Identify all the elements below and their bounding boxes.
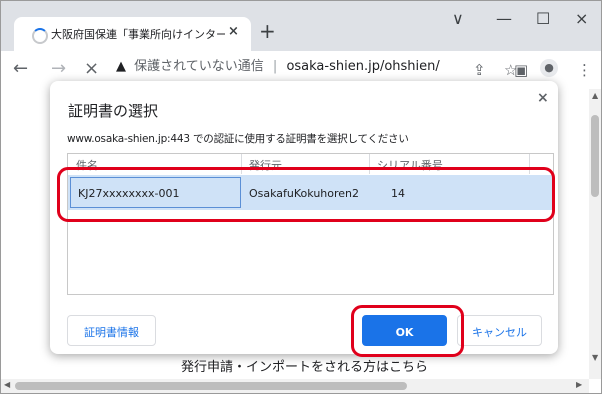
ok-button[interactable]: OK	[362, 315, 447, 346]
minimize-icon[interactable]: —	[496, 9, 512, 29]
page-bottom-text: 発行申請・インポートをされる方はこちら	[181, 360, 429, 375]
tab-strip: 大阪府国保連「事業所向けインター × + ∨ — ☐ ×	[1, 1, 601, 51]
cancel-button[interactable]: キャンセル	[457, 315, 542, 346]
cell-subject: KJ27xxxxxxxx-001	[78, 187, 180, 200]
profile-avatar-icon[interactable]: ●	[540, 59, 558, 77]
certificate-info-button[interactable]: 証明書情報	[67, 315, 156, 346]
browser-tab[interactable]: 大阪府国保連「事業所向けインター ×	[14, 17, 251, 51]
table-row[interactable]: KJ27xxxxxxxx-001 OsakafuKokuhoren2 14	[68, 175, 553, 210]
browser-window: 大阪府国保連「事業所向けインター × + ∨ — ☐ × ← → × ▲ 保護さ…	[0, 0, 602, 394]
share-icon[interactable]: ⇪	[473, 61, 486, 79]
new-tab-icon[interactable]: +	[259, 21, 276, 41]
window-close-icon[interactable]: ×	[575, 9, 588, 29]
scroll-left-icon[interactable]: ◀	[4, 380, 10, 389]
tab-close-icon[interactable]: ×	[228, 24, 239, 39]
cell-serial: 14	[391, 187, 405, 200]
scroll-up-icon[interactable]: ▲	[592, 91, 598, 100]
maximize-icon[interactable]: ☐	[536, 9, 550, 29]
vertical-scroll-thumb[interactable]	[591, 115, 599, 197]
scroll-right-icon[interactable]: ▶	[576, 380, 582, 389]
column-header-issuer[interactable]: 発行元	[249, 157, 282, 173]
dialog-description: www.osaka-shien.jp:443 での認証に使用する証明書を選択して…	[67, 133, 409, 145]
column-divider[interactable]	[241, 154, 242, 174]
url-separator: |	[272, 59, 278, 74]
horizontal-scrollbar[interactable]: ◀ ▶	[1, 379, 589, 393]
forward-icon[interactable]: →	[51, 58, 66, 80]
scroll-down-icon[interactable]: ▼	[592, 353, 598, 362]
warning-icon: ▲	[116, 59, 126, 74]
stop-icon[interactable]: ×	[84, 58, 99, 80]
security-status: 保護されていない通信	[134, 59, 264, 74]
certificate-table: 件名 発行元 シリアル番号 KJ27xxxxxxxx-001 OsakafuKo…	[67, 153, 554, 295]
menu-kebab-icon[interactable]: ⋮	[577, 61, 592, 79]
horizontal-scroll-thumb[interactable]	[15, 382, 407, 390]
column-header-serial[interactable]: シリアル番号	[377, 157, 443, 173]
url-text: osaka-shien.jp/ohshien/	[286, 59, 440, 74]
tab-search-icon[interactable]: ∨	[452, 9, 464, 29]
loading-spinner-icon	[32, 28, 48, 44]
column-divider[interactable]	[529, 154, 530, 174]
dialog-close-icon[interactable]: ×	[537, 90, 549, 106]
certificate-select-dialog: 証明書の選択 × www.osaka-shien.jp:443 での認証に使用す…	[50, 81, 558, 354]
vertical-scrollbar[interactable]: ▲ ▼	[589, 89, 601, 379]
cell-issuer: OsakafuKokuhoren2	[249, 187, 360, 200]
column-header-subject[interactable]: 件名	[76, 157, 98, 173]
back-icon[interactable]: ←	[13, 58, 28, 80]
dialog-title: 証明書の選択	[68, 102, 159, 120]
tab-title: 大阪府国保連「事業所向けインター	[51, 28, 225, 41]
column-divider[interactable]	[369, 154, 370, 174]
side-panel-icon[interactable]: ▣	[514, 61, 528, 79]
